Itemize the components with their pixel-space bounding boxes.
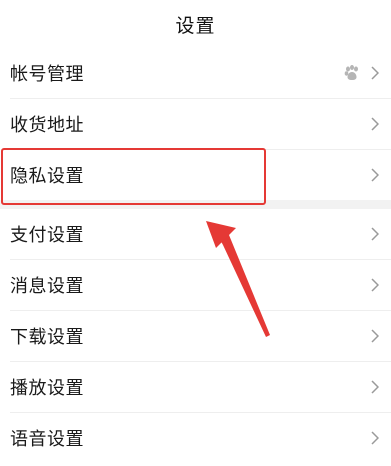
chevron-right-icon xyxy=(371,329,379,343)
page-title: 设置 xyxy=(175,14,216,37)
chevron-right-icon xyxy=(371,380,379,394)
section-gap xyxy=(0,200,391,209)
page-header: 设置 xyxy=(0,0,391,49)
chevron-right-icon xyxy=(371,168,379,182)
chevron-right-icon xyxy=(371,66,379,80)
settings-item-shipping-address[interactable]: 收货地址 xyxy=(0,99,391,149)
baidu-paw-icon xyxy=(344,65,358,80)
settings-item-label: 支付设置 xyxy=(10,225,84,246)
settings-item-label: 隐私设置 xyxy=(10,166,84,187)
settings-item-label: 消息设置 xyxy=(10,276,84,297)
settings-item-privacy[interactable]: 隐私设置 xyxy=(0,150,391,200)
chevron-right-icon xyxy=(371,278,379,292)
settings-item-label: 下载设置 xyxy=(10,327,84,348)
chevron-right-icon xyxy=(371,227,379,241)
settings-item-label: 播放设置 xyxy=(10,378,84,399)
settings-item-label: 帐号管理 xyxy=(10,64,84,85)
chevron-right-icon xyxy=(371,431,379,445)
settings-item-message[interactable]: 消息设置 xyxy=(0,260,391,310)
settings-item-label: 语音设置 xyxy=(10,429,84,450)
settings-item-playback[interactable]: 播放设置 xyxy=(0,362,391,412)
settings-item-voice[interactable]: 语音设置 xyxy=(0,413,391,463)
settings-item-label: 收货地址 xyxy=(10,115,84,136)
settings-item-account[interactable]: 帐号管理 xyxy=(0,48,391,98)
settings-item-payment[interactable]: 支付设置 xyxy=(0,209,391,259)
chevron-right-icon xyxy=(371,117,379,131)
settings-item-download[interactable]: 下载设置 xyxy=(0,311,391,361)
